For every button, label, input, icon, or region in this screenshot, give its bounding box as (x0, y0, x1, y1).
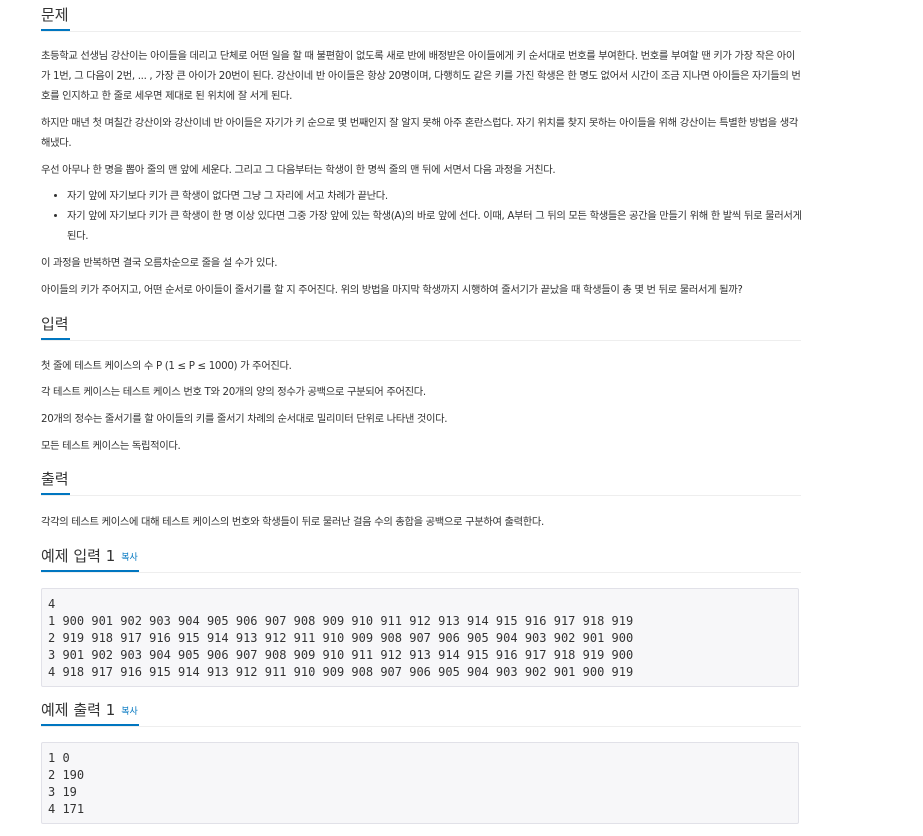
sample-input-title: 예제 입력 1 복사 (41, 543, 139, 572)
rule-item: 자기 앞에 자기보다 키가 큰 학생이 없다면 그냥 그 자리에 서고 차례가 … (67, 186, 803, 206)
problem-paragraph-5: 아이들의 키가 주어지고, 어떤 순서로 아이들이 줄서기를 할 지 주어진다.… (41, 284, 743, 296)
output-paragraph-1: 각각의 테스트 케이스에 대해 테스트 케이스의 번호와 학생들이 뒤로 물러난… (41, 516, 544, 528)
output-section-title: 출력 (41, 466, 70, 495)
problem-paragraph-3: 우선 아무나 한 명을 뽑아 줄의 맨 앞에 세운다. 그리고 그 다음부터는 … (41, 164, 556, 176)
problem-paragraph-4: 이 과정을 반복하면 결국 오름차순으로 줄을 설 수가 있다. (41, 257, 278, 269)
problem-paragraph-1: 초등학교 선생님 강산이는 아이들을 데리고 단체로 어떤 일을 할 때 불편함… (41, 50, 801, 102)
sample-input-title-text: 예제 입력 1 (41, 547, 116, 565)
input-paragraph-2: 각 테스트 케이스는 테스트 케이스 번호 T와 20개의 양의 정수가 공백으… (41, 386, 426, 398)
input-paragraph-3: 20개의 정수는 줄서기를 할 아이들의 키를 줄서기 차례의 순서대로 밀리미… (41, 413, 448, 425)
problem-section-title: 문제 (41, 2, 70, 31)
input-section-header: 입력 (41, 311, 801, 341)
sample-output-title-text: 예제 출력 1 (41, 701, 116, 719)
problem-section-header: 문제 (41, 2, 801, 32)
input-paragraph-4: 모든 테스트 케이스는 독립적이다. (41, 440, 181, 452)
problem-paragraph-2: 하지만 매년 첫 며칠간 강산이와 강산이네 반 아이들은 자기가 키 순으로 … (41, 117, 798, 149)
problem-rules-list: 자기 앞에 자기보다 키가 큰 학생이 없다면 그냥 그 자리에 서고 차례가 … (41, 186, 803, 246)
input-section-title: 입력 (41, 311, 70, 340)
rule-item: 자기 앞에 자기보다 키가 큰 학생이 한 명 이상 있다면 그중 가장 앞에 … (67, 206, 803, 246)
sample-output-copy-button[interactable]: 복사 (121, 707, 138, 717)
output-section-header: 출력 (41, 466, 801, 496)
sample-output-header: 예제 출력 1 복사 (41, 697, 801, 727)
input-paragraph-1: 첫 줄에 테스트 케이스의 수 P (1 ≤ P ≤ 1000) 가 주어진다. (41, 360, 292, 372)
sample-input-code: 4 1 900 901 902 903 904 905 906 907 908 … (41, 588, 799, 687)
sample-output-title: 예제 출력 1 복사 (41, 697, 139, 726)
sample-input-header: 예제 입력 1 복사 (41, 543, 801, 573)
sample-output-code: 1 0 2 190 3 19 4 171 (41, 742, 799, 824)
sample-input-copy-button[interactable]: 복사 (121, 553, 138, 563)
